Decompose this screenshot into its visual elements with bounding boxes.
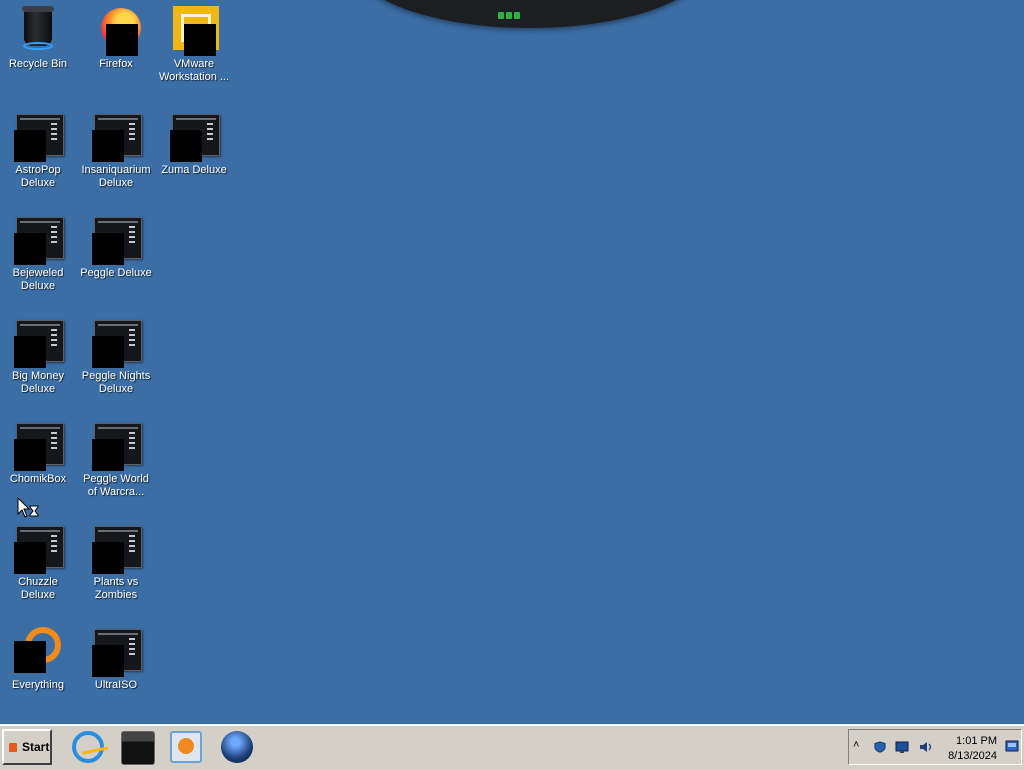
internet-explorer-icon[interactable] <box>72 731 109 763</box>
desktop-icon-label: Recycle Bin <box>8 58 68 70</box>
desktop-icon-label: Zuma Deluxe <box>161 164 227 176</box>
desktop-icon-peggle-world-of-warcraft[interactable]: Peggle World of Warcra... <box>78 421 154 499</box>
desktop-icon-big-money-deluxe[interactable]: Big Money Deluxe <box>0 318 76 396</box>
desktop-icon-chuzzle-deluxe[interactable]: Chuzzle Deluxe <box>0 524 76 602</box>
desktop-icon-label: Bejeweled Deluxe <box>12 267 64 292</box>
desktop-icon-label: Plants vs Zombies <box>93 576 139 601</box>
desktop-icon-label: UltraISO <box>94 679 138 691</box>
desktop-icon-label: AstroPop Deluxe <box>15 164 61 189</box>
volume-icon[interactable] <box>919 741 933 753</box>
desktop-icon-astropop-deluxe[interactable]: AstroPop Deluxe <box>0 112 76 190</box>
show-desktop-icon[interactable] <box>1005 740 1019 752</box>
clock-time[interactable]: 1:01 PM <box>956 735 997 747</box>
program-shortcut-icon <box>13 112 64 162</box>
program-shortcut-icon <box>91 112 142 162</box>
program-shortcut-icon <box>91 627 142 677</box>
desktop-icon-label: Firefox <box>99 58 133 70</box>
program-shortcut-icon <box>91 318 142 368</box>
media-box-icon[interactable] <box>121 731 155 765</box>
status-led-icon <box>498 6 528 19</box>
desktop-icon-recycle-bin[interactable]: Recycle Bin <box>0 6 76 71</box>
program-shortcut-icon <box>91 421 142 471</box>
desktop-icon-label: VMware Workstation ... <box>158 58 230 83</box>
desktop-icon-vmware-workstation[interactable]: VMware Workstation ... <box>156 6 232 84</box>
desktop-icon-label: Chuzzle Deluxe <box>18 576 58 601</box>
busy-cursor-icon <box>17 497 39 518</box>
top-dock-notch[interactable] <box>350 0 710 28</box>
network-monitor-icon[interactable] <box>895 741 909 753</box>
recycle-bin-icon <box>13 6 63 56</box>
clock-date[interactable]: 8/13/2024 <box>948 750 997 762</box>
program-shortcut-icon <box>91 215 142 265</box>
start-button[interactable]: Start <box>2 729 52 765</box>
desktop-icon-label: Peggle World of Warcra... <box>83 473 149 498</box>
desktop-icon-chomikbox[interactable]: ChomikBox <box>0 421 76 486</box>
program-shortcut-icon <box>13 215 64 265</box>
program-shortcut-icon <box>13 421 64 471</box>
desktop-icon-insaniquarium-deluxe[interactable]: Insaniquarium Deluxe <box>78 112 154 190</box>
security-shield-icon[interactable] <box>873 741 887 753</box>
everything-search-icon <box>13 627 63 677</box>
start-label: Start <box>22 740 50 754</box>
desktop-icon-label: Everything <box>12 679 64 691</box>
globe-icon[interactable] <box>221 731 253 763</box>
system-tray: ˄ 1:01 PM 8/13/2024 <box>848 729 1022 765</box>
desktop-icon-peggle-deluxe[interactable]: Peggle Deluxe <box>78 215 154 280</box>
desktop-icon-plants-vs-zombies[interactable]: Plants vs Zombies <box>78 524 154 602</box>
show-hidden-icons-chevron[interactable]: ˄ <box>853 739 863 751</box>
desktop-icon-label: ChomikBox <box>9 473 67 485</box>
vmware-icon <box>169 6 219 56</box>
desktop-icon-label: Peggle Nights Deluxe <box>81 370 151 395</box>
program-shortcut-icon <box>13 524 64 574</box>
desktop-icon-peggle-nights-deluxe[interactable]: Peggle Nights Deluxe <box>78 318 154 396</box>
taskbar: Start ˄ 1:01 PM 8/13/2024 <box>0 724 1024 769</box>
desktop-icon-ultraiso[interactable]: UltraISO <box>78 627 154 692</box>
media-player-icon[interactable] <box>170 731 202 763</box>
desktop-icon-label: Insaniquarium Deluxe <box>81 164 151 189</box>
desktop-icon-bejeweled-deluxe[interactable]: Bejeweled Deluxe <box>0 215 76 293</box>
desktop-icon-zuma-deluxe[interactable]: Zuma Deluxe <box>156 112 232 177</box>
desktop-icon-everything[interactable]: Everything <box>0 627 76 692</box>
program-shortcut-icon <box>169 112 220 162</box>
program-shortcut-icon <box>91 524 142 574</box>
firefox-icon <box>91 6 141 56</box>
desktop: Recycle Bin Firefox VMware Workstation .… <box>0 0 1024 724</box>
program-shortcut-icon <box>13 318 64 368</box>
desktop-icon-firefox[interactable]: Firefox <box>78 6 154 71</box>
windows-flag-icon <box>9 743 17 752</box>
desktop-icon-label: Big Money Deluxe <box>12 370 64 395</box>
desktop-icon-label: Peggle Deluxe <box>80 267 152 279</box>
